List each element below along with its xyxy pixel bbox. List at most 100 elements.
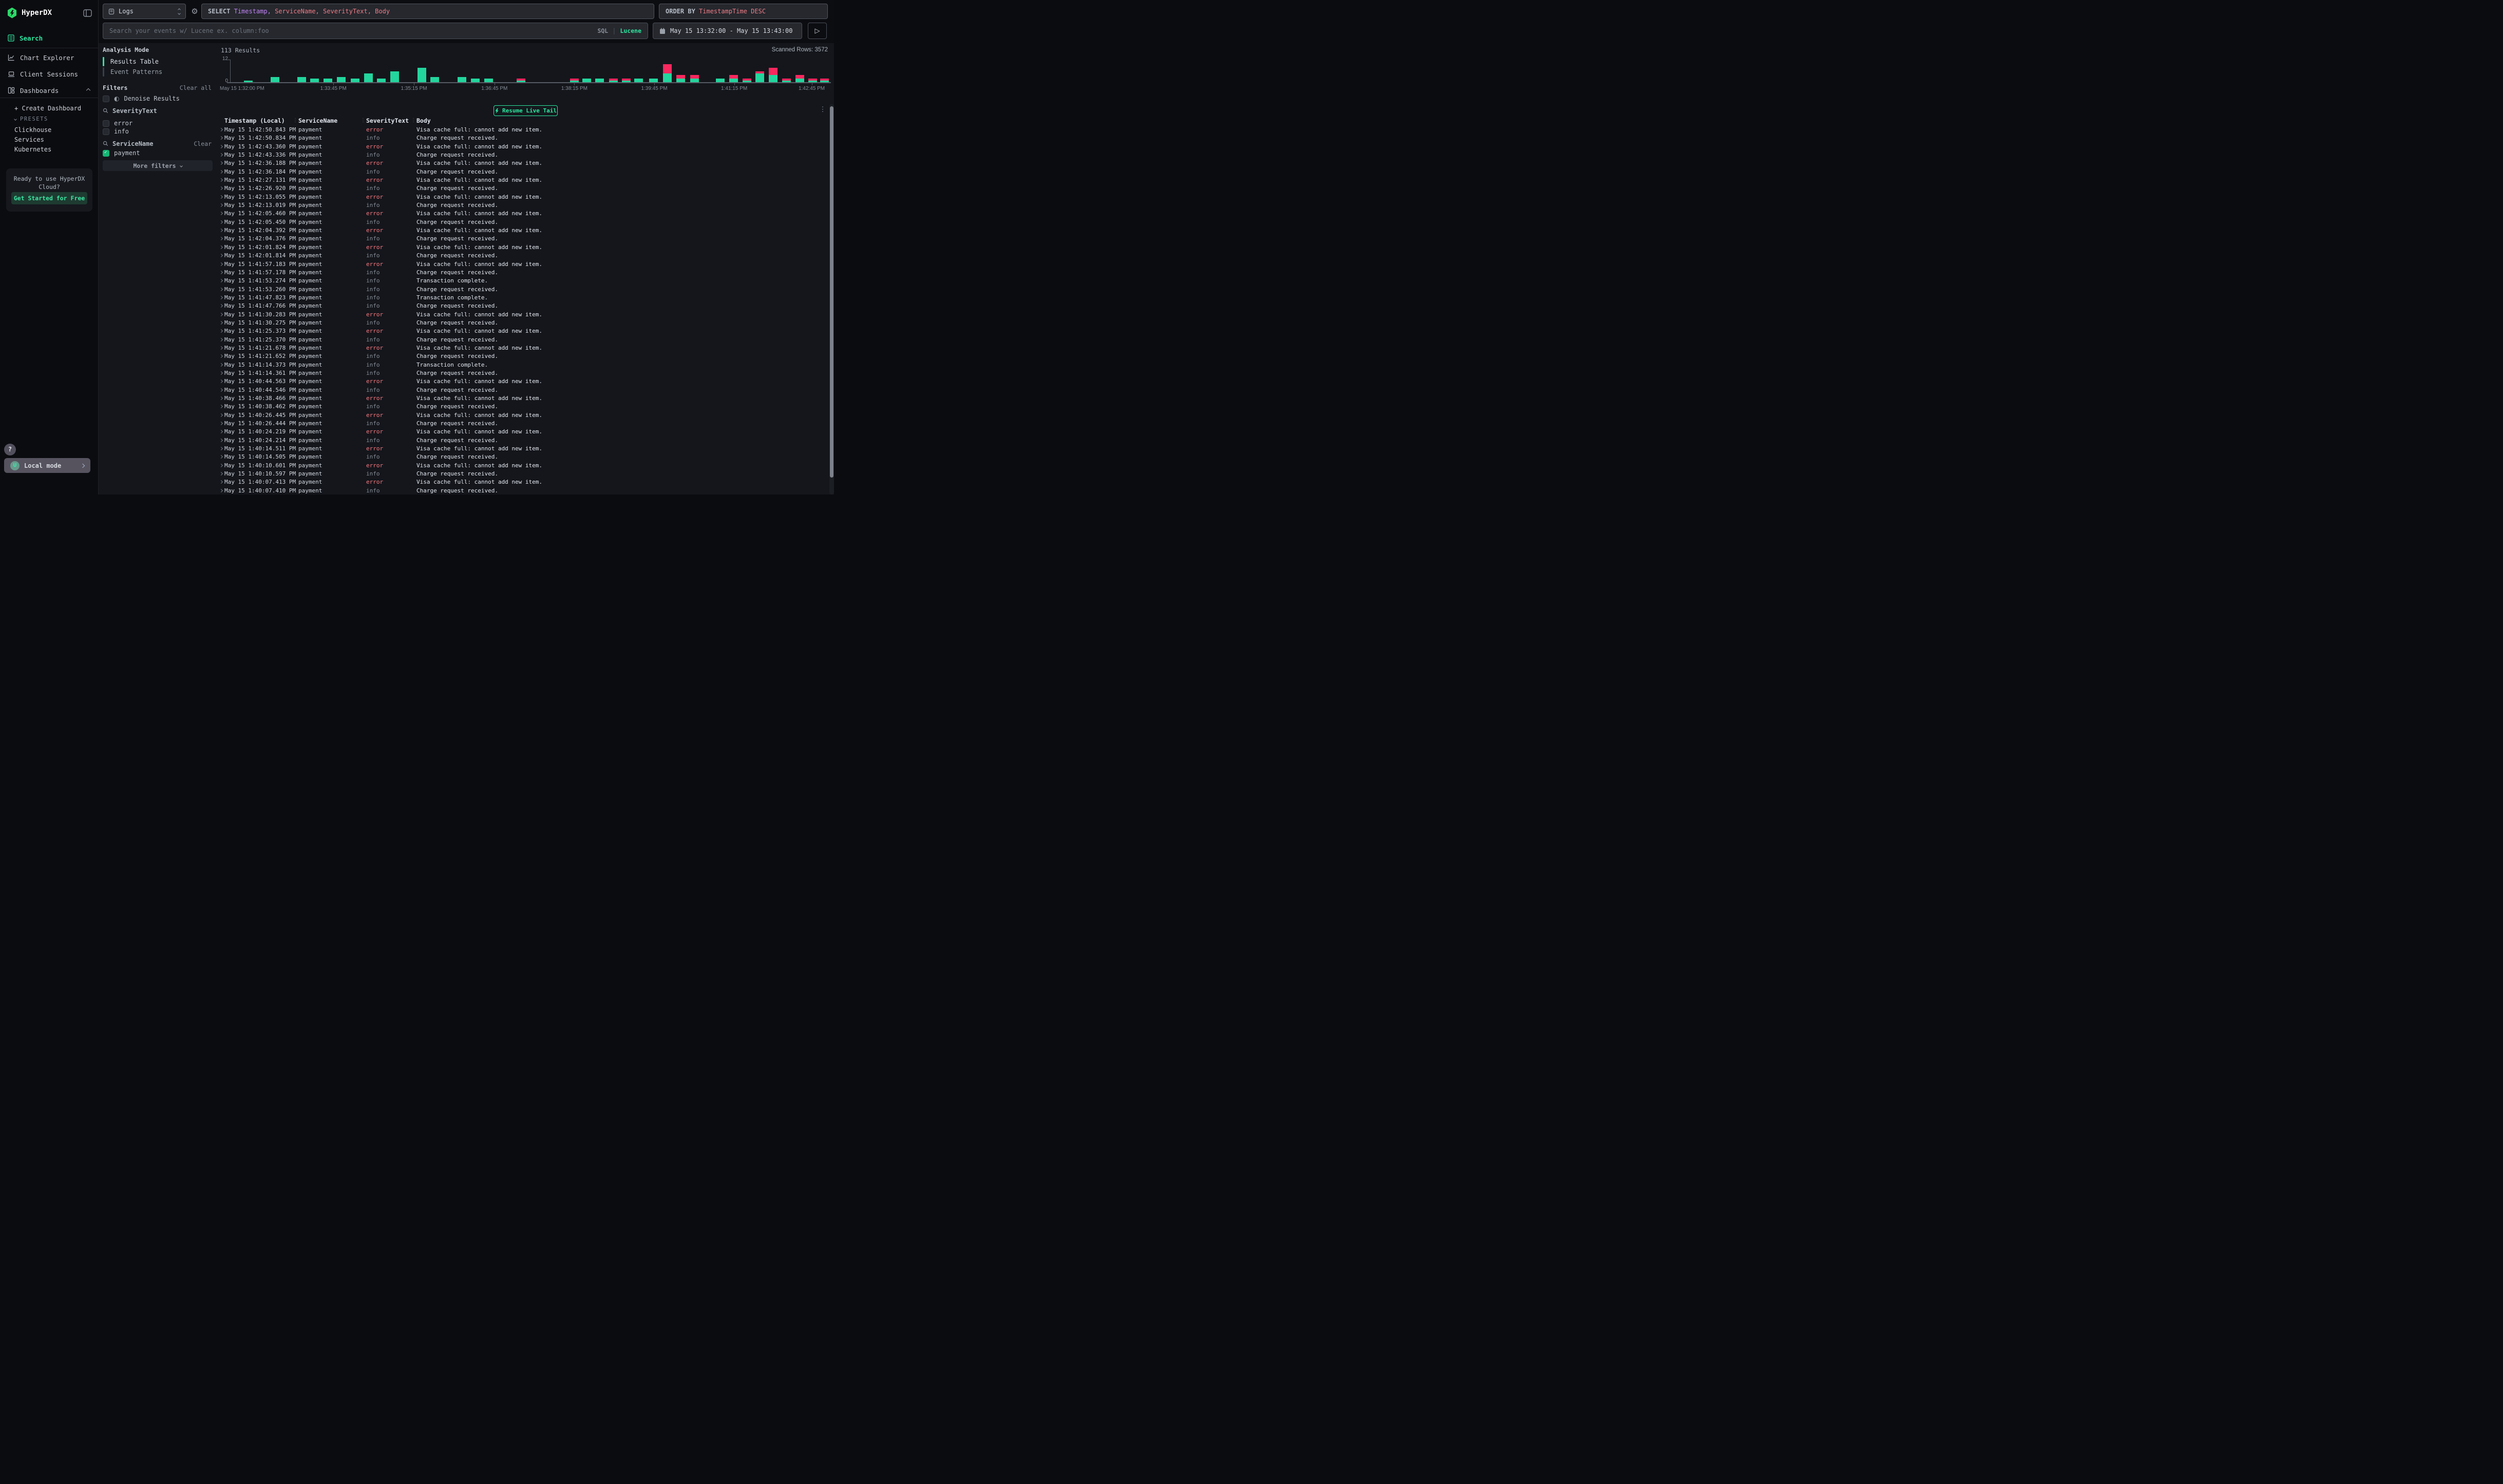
table-row[interactable]: May 15 1:41:57.178 PMpaymentinfoCharge r… <box>99 269 830 277</box>
histogram-bar[interactable] <box>743 79 751 82</box>
row-expand-icon[interactable] <box>219 405 223 408</box>
table-row[interactable]: May 15 1:41:30.283 PMpaymenterrorVisa ca… <box>99 311 830 319</box>
get-started-button[interactable]: Get Started for Free <box>11 192 87 204</box>
row-expand-icon[interactable] <box>219 161 223 165</box>
histogram-bar[interactable] <box>582 79 591 82</box>
sidebar-item-search[interactable]: Search <box>0 32 98 44</box>
clear-all-button[interactable]: Clear all <box>180 84 212 91</box>
table-row[interactable]: May 15 1:41:14.361 PMpaymentinfoCharge r… <box>99 369 830 377</box>
histogram-bar[interactable] <box>676 75 685 82</box>
table-row[interactable]: May 15 1:42:27.131 PMpaymenterrorVisa ca… <box>99 176 830 184</box>
row-expand-icon[interactable] <box>219 128 223 131</box>
histogram-bar[interactable] <box>769 68 778 82</box>
row-expand-icon[interactable] <box>219 388 223 392</box>
histogram-bar[interactable] <box>609 79 618 82</box>
table-row[interactable]: May 15 1:42:04.376 PMpaymentinfoCharge r… <box>99 235 830 243</box>
row-expand-icon[interactable] <box>219 237 223 240</box>
histogram-bar[interactable] <box>244 81 253 83</box>
histogram-bar[interactable] <box>271 77 279 83</box>
column-header-servicename[interactable]: ServiceName <box>298 117 337 124</box>
help-button[interactable]: ? <box>4 444 16 455</box>
source-settings-gear-icon[interactable]: ⚙ <box>189 4 200 19</box>
row-expand-icon[interactable] <box>219 338 223 341</box>
row-expand-icon[interactable] <box>219 480 223 484</box>
table-row[interactable]: May 15 1:42:26.920 PMpaymentinfoCharge r… <box>99 184 830 193</box>
table-row[interactable]: May 15 1:40:07.413 PMpaymenterrorVisa ca… <box>99 478 830 486</box>
row-expand-icon[interactable] <box>219 287 223 291</box>
histogram-bar[interactable] <box>729 75 738 82</box>
table-row[interactable]: May 15 1:40:14.511 PMpaymenterrorVisa ca… <box>99 445 830 453</box>
table-row[interactable]: May 15 1:41:25.370 PMpaymentinfoCharge r… <box>99 336 830 344</box>
preset-item-clickhouse[interactable]: Clickhouse <box>14 126 51 134</box>
histogram-bar[interactable] <box>377 79 386 82</box>
column-header-body[interactable]: Body <box>416 117 431 124</box>
row-expand-icon[interactable] <box>219 153 223 157</box>
histogram-bar[interactable] <box>690 75 699 82</box>
sql-mode-toggle[interactable]: SQL <box>597 27 608 34</box>
row-expand-icon[interactable] <box>219 430 223 433</box>
histogram-bar[interactable] <box>595 79 604 82</box>
denoise-checkbox[interactable] <box>103 96 109 102</box>
row-expand-icon[interactable] <box>219 371 223 375</box>
column-header-severitytext[interactable]: SeverityText <box>366 117 409 124</box>
table-row[interactable]: May 15 1:42:36.184 PMpaymentinfoCharge r… <box>99 168 830 176</box>
search-input[interactable] <box>109 27 593 34</box>
row-expand-icon[interactable] <box>219 489 223 492</box>
table-row[interactable]: May 15 1:40:44.563 PMpaymenterrorVisa ca… <box>99 377 830 386</box>
table-row[interactable]: May 15 1:40:14.505 PMpaymentinfoCharge r… <box>99 453 830 461</box>
table-row[interactable]: May 15 1:41:47.823 PMpaymentinfoTransact… <box>99 294 830 302</box>
collapse-sidebar-icon[interactable] <box>83 9 92 17</box>
table-row[interactable]: May 15 1:41:57.183 PMpaymenterrorVisa ca… <box>99 260 830 269</box>
table-row[interactable]: May 15 1:40:10.597 PMpaymentinfoCharge r… <box>99 470 830 478</box>
table-row[interactable]: May 15 1:42:05.450 PMpaymentinfoCharge r… <box>99 218 830 226</box>
table-row[interactable]: May 15 1:40:24.214 PMpaymentinfoCharge r… <box>99 436 830 445</box>
histogram-bar[interactable] <box>430 77 439 83</box>
user-menu[interactable]: U Local mode <box>4 458 90 473</box>
table-row[interactable]: May 15 1:42:13.019 PMpaymentinfoCharge r… <box>99 201 830 210</box>
row-expand-icon[interactable] <box>219 279 223 282</box>
select-clause-input[interactable]: SELECT Timestamp, ServiceName, SeverityT… <box>201 4 654 19</box>
histogram-bar[interactable] <box>390 71 399 82</box>
histogram-bar[interactable] <box>324 79 332 82</box>
row-expand-icon[interactable] <box>219 363 223 367</box>
histogram-bar[interactable] <box>755 71 764 82</box>
search-icon[interactable] <box>103 108 108 113</box>
table-row[interactable]: May 15 1:40:24.219 PMpaymenterrorVisa ca… <box>99 428 830 436</box>
table-row[interactable]: May 15 1:42:43.360 PMpaymenterrorVisa ca… <box>99 143 830 151</box>
table-row[interactable]: May 15 1:42:50.834 PMpaymentinfoCharge r… <box>99 134 830 142</box>
histogram-bar[interactable] <box>458 77 466 83</box>
preset-item-kubernetes[interactable]: Kubernetes <box>14 146 51 153</box>
denoise-results-option[interactable]: ◐ Denoise Results <box>103 94 212 103</box>
histogram-bar[interactable] <box>634 79 643 82</box>
row-expand-icon[interactable] <box>219 329 223 333</box>
row-expand-icon[interactable] <box>219 145 223 148</box>
table-row[interactable]: May 15 1:42:36.188 PMpaymenterrorVisa ca… <box>99 159 830 167</box>
table-row[interactable]: May 15 1:41:14.373 PMpaymentinfoTransact… <box>99 361 830 369</box>
table-row[interactable]: May 15 1:40:10.601 PMpaymenterrorVisa ca… <box>99 462 830 470</box>
table-row[interactable]: May 15 1:40:38.466 PMpaymenterrorVisa ca… <box>99 394 830 403</box>
resume-live-tail-button[interactable]: Resume Live Tail <box>494 105 558 116</box>
row-expand-icon[interactable] <box>219 439 223 442</box>
table-row[interactable]: May 15 1:41:53.274 PMpaymentinfoTransact… <box>99 277 830 285</box>
histogram-bar[interactable] <box>782 79 791 82</box>
table-row[interactable]: May 15 1:40:26.445 PMpaymenterrorVisa ca… <box>99 411 830 420</box>
histogram-bar[interactable] <box>337 77 346 83</box>
table-row[interactable]: May 15 1:42:04.392 PMpaymenterrorVisa ca… <box>99 226 830 235</box>
create-dashboard-button[interactable]: + Create Dashboard <box>14 105 81 112</box>
row-expand-icon[interactable] <box>219 186 223 190</box>
row-expand-icon[interactable] <box>219 229 223 232</box>
row-expand-icon[interactable] <box>219 354 223 358</box>
row-expand-icon[interactable] <box>219 254 223 257</box>
row-expand-icon[interactable] <box>219 178 223 182</box>
table-row[interactable]: May 15 1:40:26.444 PMpaymentinfoCharge r… <box>99 420 830 428</box>
histogram-bar[interactable] <box>310 79 319 82</box>
run-query-button[interactable]: ▷ <box>808 23 827 39</box>
lucene-mode-toggle[interactable]: Lucene <box>620 27 641 34</box>
order-by-input[interactable]: ORDER BY TimestampTime DESC <box>659 4 828 19</box>
table-options-kebab-icon[interactable]: ⋮ <box>819 106 827 115</box>
column-header-timestamp[interactable]: Timestamp (Local) <box>224 117 285 124</box>
presets-section-toggle[interactable]: PRESETS <box>14 116 48 122</box>
column-resize-handle[interactable]: ⋮ <box>293 118 298 123</box>
row-expand-icon[interactable] <box>219 271 223 274</box>
row-expand-icon[interactable] <box>219 212 223 215</box>
